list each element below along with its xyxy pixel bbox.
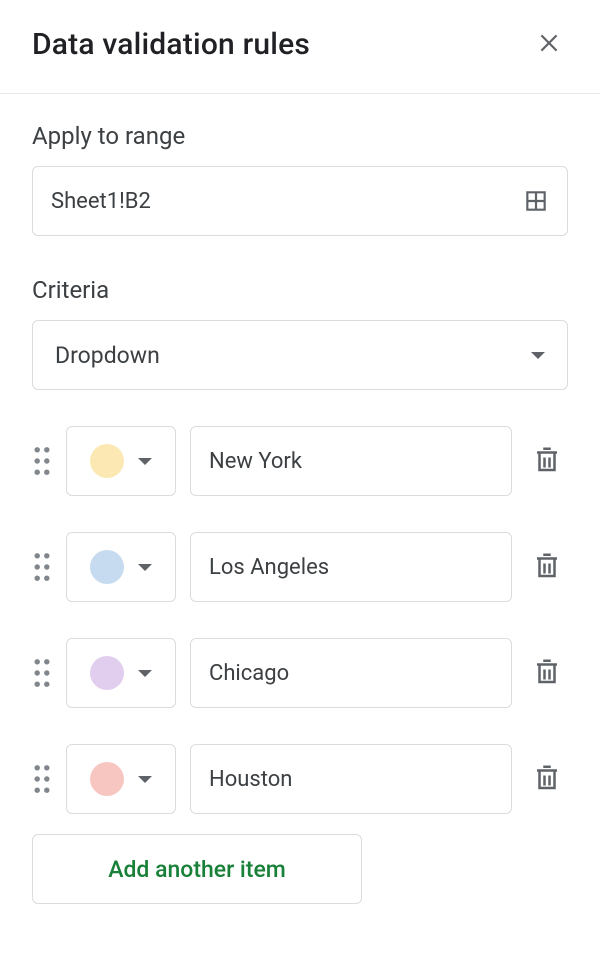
grid-select-icon[interactable] [523,188,549,214]
range-value: Sheet1!B2 [51,189,151,214]
criteria-select[interactable]: Dropdown [32,320,568,390]
criteria-item-row [32,638,568,708]
chevron-down-icon [138,670,152,677]
chevron-down-icon [138,458,152,465]
color-swatch [90,762,124,796]
trash-icon [532,657,562,690]
trash-icon [532,763,562,796]
delete-item-button[interactable] [526,545,568,590]
criteria-item-row [32,426,568,496]
close-icon [536,30,562,59]
drag-handle-icon[interactable] [32,551,52,583]
color-picker[interactable] [66,744,176,814]
criteria-item-row [32,532,568,602]
drag-handle-icon[interactable] [32,445,52,477]
items-list [32,426,568,814]
data-validation-panel: Data validation rules Apply to range She… [0,0,600,904]
criteria-value: Dropdown [55,342,160,369]
delete-item-button[interactable] [526,651,568,696]
color-swatch [90,550,124,584]
color-swatch [90,656,124,690]
trash-icon [532,551,562,584]
chevron-down-icon [138,564,152,571]
panel-header: Data validation rules [0,0,600,94]
drag-handle-icon[interactable] [32,763,52,795]
trash-icon [532,445,562,478]
panel-title: Data validation rules [32,27,310,62]
color-picker[interactable] [66,532,176,602]
color-picker[interactable] [66,426,176,496]
chevron-down-icon [138,776,152,783]
item-value-input[interactable] [190,426,512,496]
delete-item-button[interactable] [526,439,568,484]
delete-item-button[interactable] [526,757,568,802]
drag-handle-icon[interactable] [32,657,52,689]
item-value-input[interactable] [190,638,512,708]
color-picker[interactable] [66,638,176,708]
item-value-input[interactable] [190,532,512,602]
add-item-button[interactable]: Add another item [32,834,362,904]
chevron-down-icon [531,352,545,359]
item-value-input[interactable] [190,744,512,814]
close-button[interactable] [530,24,568,65]
color-swatch [90,444,124,478]
range-section-label: Apply to range [32,122,568,150]
range-input[interactable]: Sheet1!B2 [32,166,568,236]
criteria-section-label: Criteria [32,276,568,304]
criteria-item-row [32,744,568,814]
